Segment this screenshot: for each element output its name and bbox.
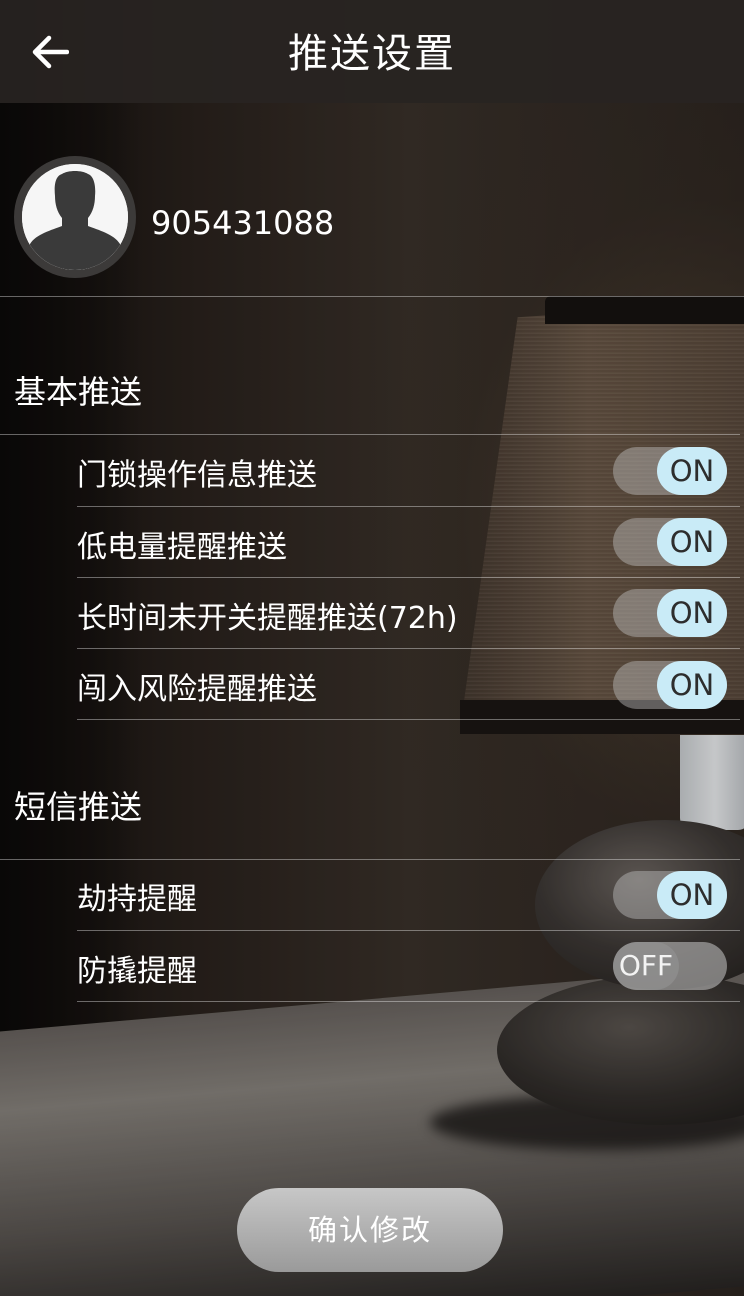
username: 905431088 xyxy=(151,204,335,242)
toggle-knob: ON xyxy=(657,871,727,919)
toggle-knob: ON xyxy=(657,447,727,495)
toggle-long-idle[interactable]: ON xyxy=(613,589,727,637)
confirm-button[interactable]: 确认修改 xyxy=(237,1188,503,1272)
divider xyxy=(0,434,740,435)
divider xyxy=(77,1001,740,1002)
avatar xyxy=(14,156,136,278)
toggle-lock-operation[interactable]: ON xyxy=(613,447,727,495)
toggle-knob: ON xyxy=(657,589,727,637)
section-title-basic-push: 基本推送 xyxy=(14,373,143,411)
user-silhouette-icon xyxy=(22,164,128,270)
setting-label-intrusion-risk: 闯入风险提醒推送 xyxy=(77,672,317,707)
setting-label-anti-pry-alert: 防撬提醒 xyxy=(77,954,197,989)
page-title: 推送设置 xyxy=(288,31,456,77)
divider xyxy=(77,506,740,507)
toggle-anti-pry-alert[interactable]: OFF xyxy=(613,942,727,990)
divider xyxy=(77,719,740,720)
setting-label-hijack-alert: 劫持提醒 xyxy=(77,882,197,917)
divider xyxy=(0,296,744,297)
toggle-knob: ON xyxy=(657,661,727,709)
divider xyxy=(77,577,740,578)
divider xyxy=(77,930,740,931)
section-title-sms-push: 短信推送 xyxy=(14,788,143,826)
toggle-low-battery[interactable]: ON xyxy=(613,518,727,566)
app-header: 推送设置 xyxy=(0,0,744,103)
setting-label-low-battery: 低电量提醒推送 xyxy=(77,530,287,565)
divider xyxy=(0,859,740,860)
toggle-hijack-alert[interactable]: ON xyxy=(613,871,727,919)
setting-label-lock-operation: 门锁操作信息推送 xyxy=(77,458,317,493)
toggle-knob: OFF xyxy=(613,942,679,990)
setting-label-long-idle: 长时间未开关提醒推送(72h) xyxy=(77,601,458,636)
toggle-knob: ON xyxy=(657,518,727,566)
divider xyxy=(77,648,740,649)
toggle-intrusion-risk[interactable]: ON xyxy=(613,661,727,709)
